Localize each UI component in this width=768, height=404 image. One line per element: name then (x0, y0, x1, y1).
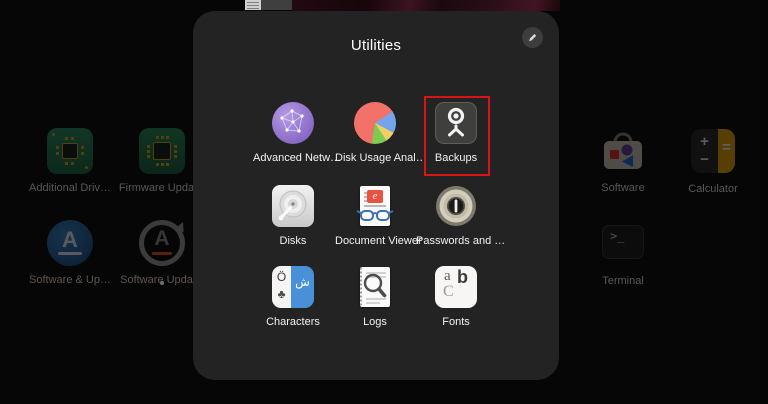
network-globe-icon (272, 102, 314, 144)
app-label: Terminal (578, 275, 668, 287)
app-document-viewer[interactable]: e Document Viewer (335, 185, 415, 247)
backups-icon (435, 102, 477, 144)
log-magnifier-icon (354, 266, 396, 308)
notification-dot (160, 281, 164, 285)
gnome-app-grid-screen: { "folder": { "title": "Utilities", "app… (0, 0, 768, 404)
document-glasses-icon: e (354, 185, 396, 227)
app-label: Additional Driv… (25, 182, 115, 194)
app-label: Logs (335, 316, 415, 328)
app-logs[interactable]: Logs (335, 266, 415, 328)
app-passwords-keys[interactable]: Passwords and … (416, 185, 496, 247)
circuit-board-icon (47, 128, 93, 174)
app-label: Advanced Netw… (253, 152, 333, 164)
keyring-icon (435, 185, 477, 227)
characters-icon: Ö ♣ ش (272, 266, 314, 308)
terminal-icon: >_ (600, 225, 646, 271)
edit-folder-button[interactable] (522, 27, 543, 48)
app-label: Disks (253, 235, 333, 247)
app-label: Software (578, 182, 668, 194)
app-additional-drivers[interactable]: Additional Driv… (25, 128, 115, 194)
app-disks[interactable]: Disks (253, 185, 333, 247)
software-sources-icon: A (47, 220, 93, 266)
circuit-board-icon (139, 128, 185, 174)
app-label: Document Viewer (335, 235, 415, 247)
app-characters[interactable]: Ö ♣ ش Characters (253, 266, 333, 328)
glasses-icon (354, 185, 396, 227)
app-label: Calculator (668, 183, 758, 195)
desktop-wallpaper-sliver (292, 0, 560, 11)
app-label: Characters (253, 316, 333, 328)
app-label: Passwords and … (416, 235, 496, 247)
fonts-letters-icon: a b C (435, 266, 477, 308)
calculator-icon: + − = (690, 129, 736, 175)
app-label: Fonts (416, 316, 496, 328)
pencil-icon (527, 32, 538, 43)
magnifier-icon (354, 266, 396, 308)
background-window-thumbnail (245, 0, 292, 10)
pie-chart-icon (354, 102, 396, 144)
folder-dialog: Utilities Advanced Netw… Disk Usage Anal… (193, 11, 559, 380)
app-software[interactable]: Software (578, 128, 668, 194)
shopping-bag-icon (600, 128, 646, 174)
app-fonts[interactable]: a b C Fonts (416, 266, 496, 328)
app-disk-usage-analyzer[interactable]: Disk Usage Anal… (335, 102, 415, 164)
app-label: Software & Up… (25, 274, 115, 286)
app-calculator[interactable]: + − = Calculator (668, 128, 758, 195)
folder-title: Utilities (193, 37, 559, 54)
window-content-pane (245, 0, 261, 10)
app-terminal[interactable]: >_ Terminal (578, 220, 668, 287)
update-circle-icon: A (139, 220, 185, 266)
app-backups[interactable]: Backups (416, 102, 496, 164)
app-label: Backups (416, 152, 496, 164)
app-advanced-network[interactable]: Advanced Netw… (253, 102, 333, 164)
hard-disk-icon (272, 185, 314, 227)
app-software-and-updates[interactable]: A Software & Up… (25, 220, 115, 286)
app-label: Disk Usage Anal… (335, 152, 415, 164)
